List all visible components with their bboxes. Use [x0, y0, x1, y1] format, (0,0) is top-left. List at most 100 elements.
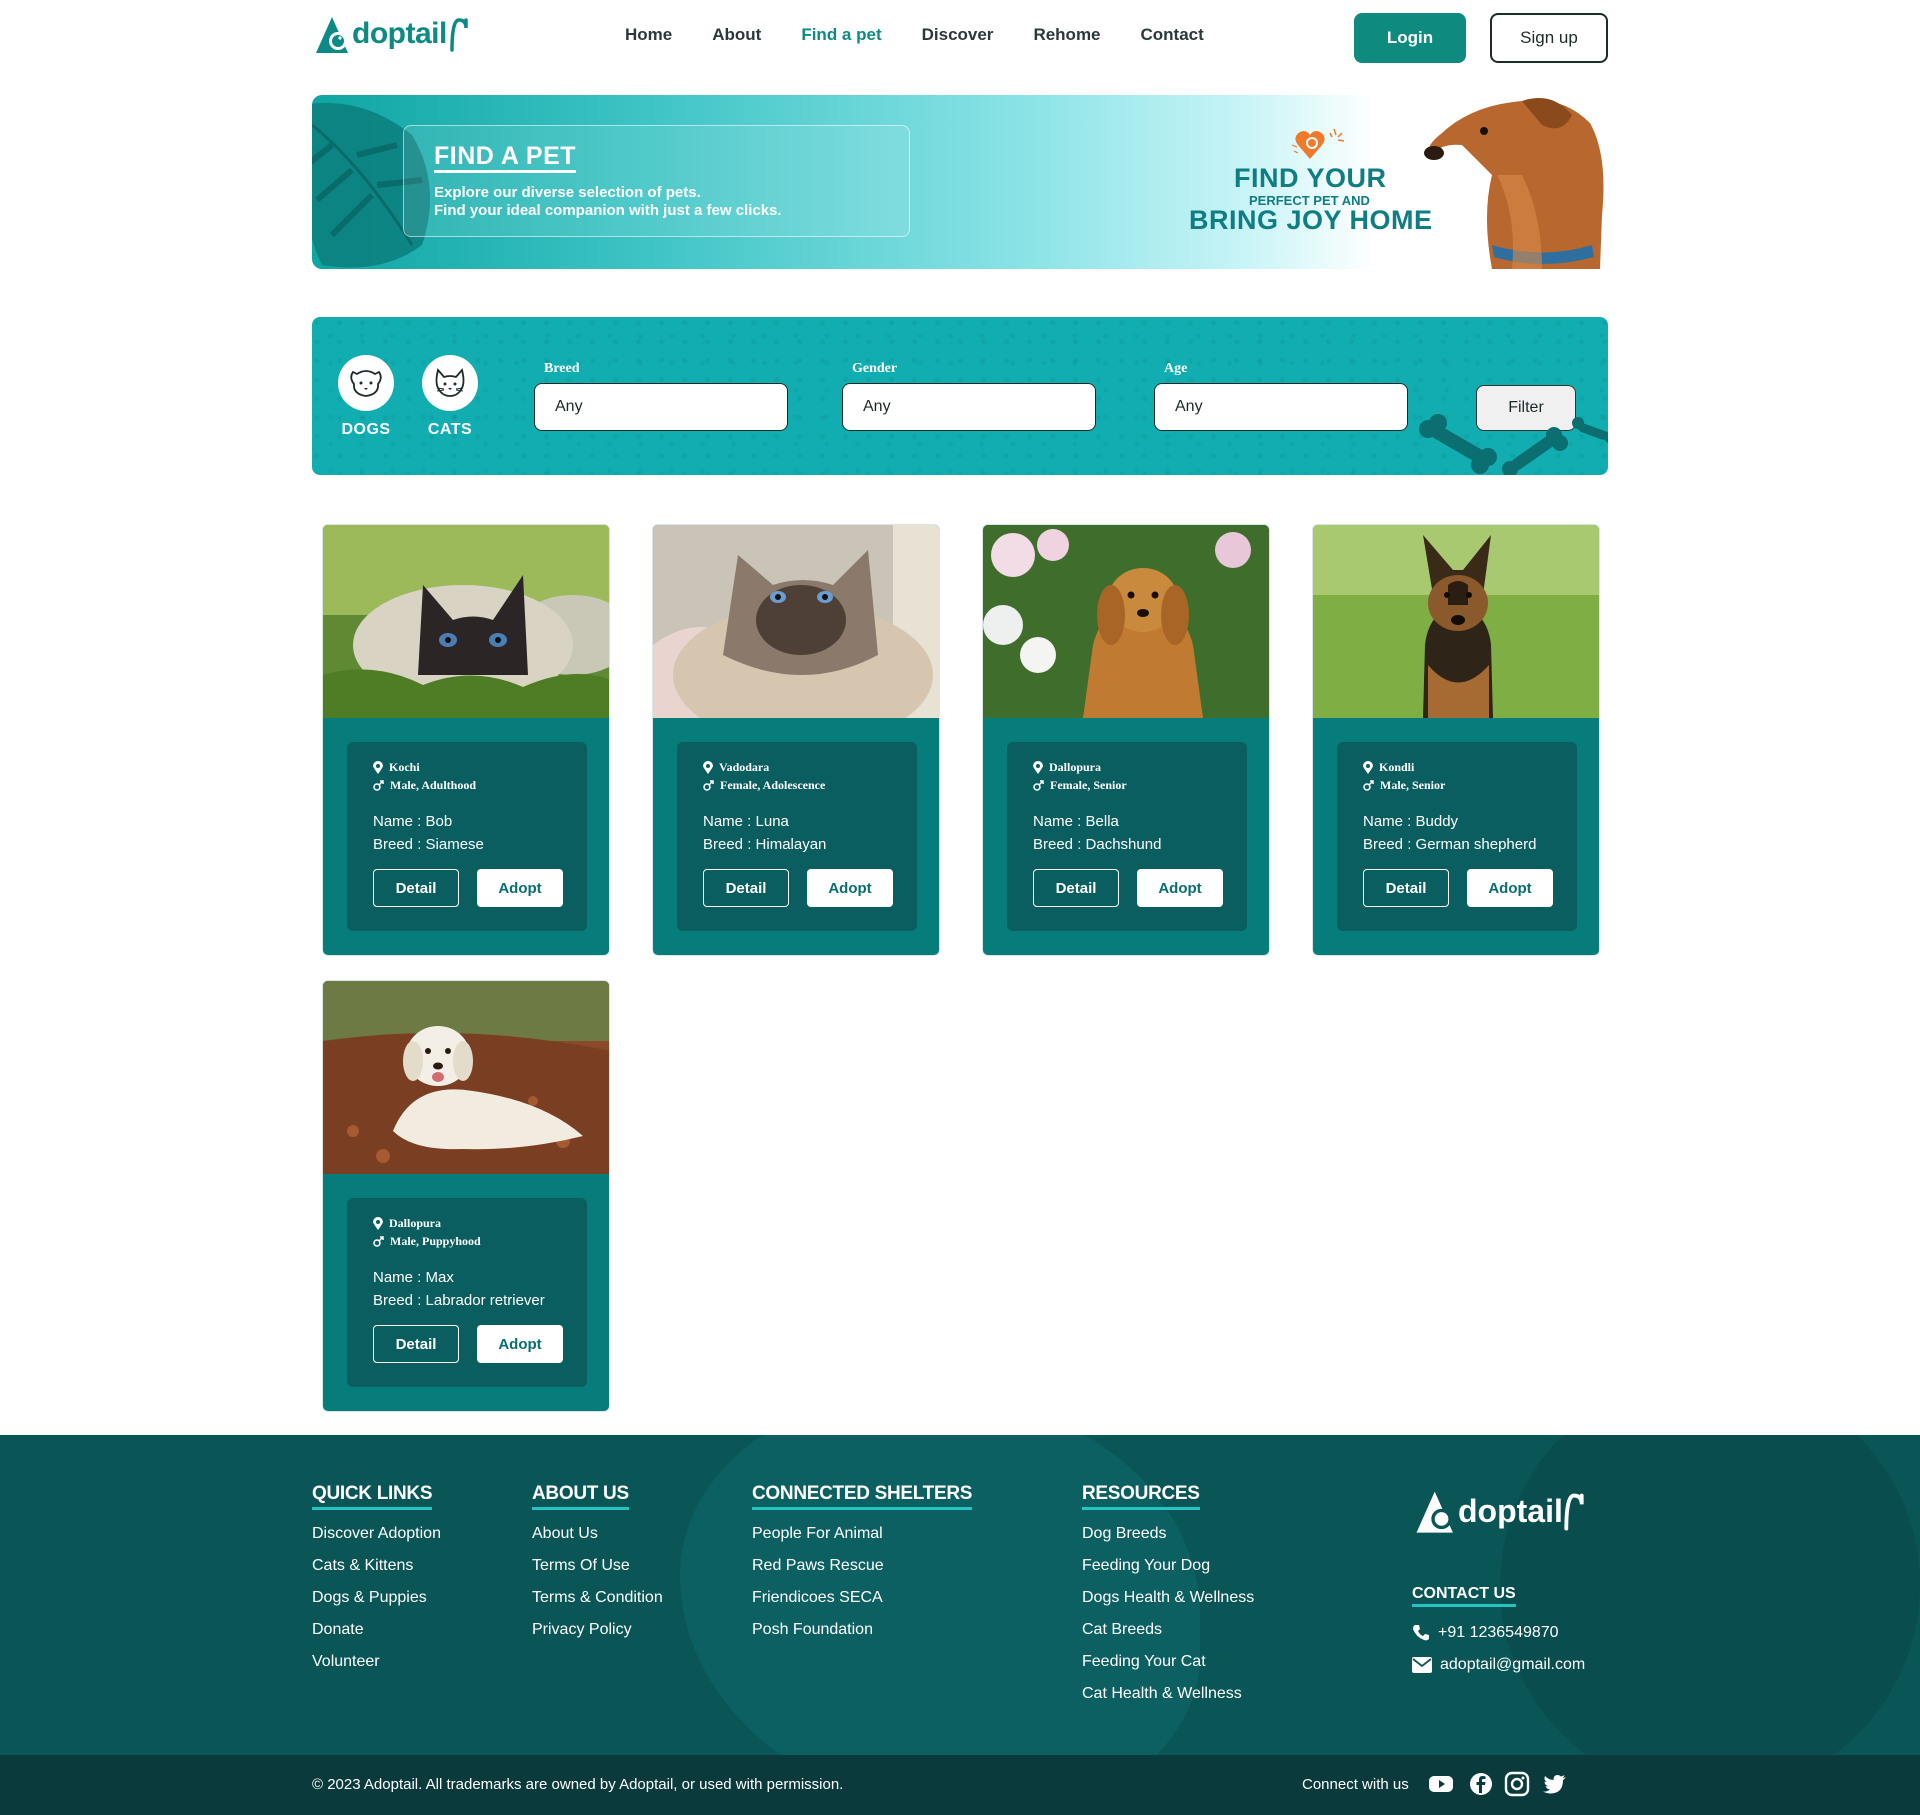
cat-face-icon	[422, 355, 478, 411]
banner-tagline-top: FIND YOUR	[1234, 163, 1387, 193]
dog-face-icon	[338, 355, 394, 411]
age-filter: Age Any	[1154, 361, 1408, 431]
site-footer: QUICK LINKS Discover Adoption Cats & Kit…	[0, 1435, 1920, 1755]
pet-breed: Breed : Siamese	[373, 836, 484, 853]
copyright-text: © 2023 Adoptail. All trademarks are owne…	[312, 1776, 844, 1793]
banner-description: Explore our diverse selection of pets. F…	[434, 184, 782, 220]
pet-meta: Kondli Male, Senior	[1363, 758, 1445, 794]
footer-link[interactable]: Volunteer	[312, 1646, 441, 1678]
pet-info: Name : Bob Breed : Siamese	[373, 810, 484, 856]
footer-email-address: adoptail@gmail.com	[1440, 1656, 1586, 1673]
footer-connected-shelters: CONNECTED SHELTERS People For Animal Red…	[752, 1483, 972, 1646]
footer-link[interactable]: Terms & Condition	[532, 1582, 663, 1614]
main-nav: Home About Find a pet Discover Rehome Co…	[625, 24, 1244, 46]
detail-button[interactable]: Detail	[1033, 869, 1119, 907]
pet-info-panel: Vadodara Female, Adolescence Name : Luna…	[677, 742, 917, 931]
gender-select[interactable]: Any	[842, 383, 1096, 431]
pet-type-cats[interactable]: CATS	[422, 355, 478, 439]
mail-icon	[1412, 1657, 1432, 1673]
pet-location: Kochi	[389, 760, 420, 774]
nav-rehome[interactable]: Rehome	[1033, 24, 1100, 46]
nav-home[interactable]: Home	[625, 24, 672, 46]
pet-card: Dallopura Male, Puppyhood Name : Max Bre…	[322, 980, 610, 1412]
pet-info: Name : Buddy Breed : German shepherd	[1363, 810, 1536, 856]
adopt-button[interactable]: Adopt	[1467, 869, 1553, 907]
footer-link[interactable]: Dogs Health & Wellness	[1082, 1582, 1254, 1614]
footer-link[interactable]: Dog Breeds	[1082, 1518, 1254, 1550]
pet-card: Vadodara Female, Adolescence Name : Luna…	[652, 524, 940, 956]
footer-link[interactable]: Terms Of Use	[532, 1550, 663, 1582]
footer-link[interactable]: People For Animal	[752, 1518, 972, 1550]
footer-logo[interactable]: doptail	[1412, 1483, 1608, 1539]
detail-button[interactable]: Detail	[1363, 869, 1449, 907]
footer-link[interactable]: Donate	[312, 1614, 441, 1646]
age-select[interactable]: Any	[1154, 383, 1408, 431]
facebook-icon[interactable]	[1468, 1771, 1494, 1797]
twitter-icon[interactable]	[1542, 1771, 1568, 1797]
pet-name: Name : Bob	[373, 813, 453, 830]
footer-about-us: ABOUT US About Us Terms Of Use Terms & C…	[532, 1483, 663, 1646]
gender-symbol-icon	[373, 779, 384, 791]
logo-tail-icon	[450, 18, 468, 52]
adopt-button[interactable]: Adopt	[477, 1325, 563, 1363]
nav-contact[interactable]: Contact	[1141, 24, 1204, 46]
footer-link[interactable]: Posh Foundation	[752, 1614, 972, 1646]
footer-link[interactable]: Feeding Your Cat	[1082, 1646, 1254, 1678]
pet-filter-bar: DOGS CATS Breed Any Gender Any Age Any F…	[312, 317, 1608, 475]
footer-link[interactable]: Cats & Kittens	[312, 1550, 441, 1582]
footer-link[interactable]: Dogs & Puppies	[312, 1582, 441, 1614]
pet-info: Name : Luna Breed : Himalayan	[703, 810, 826, 856]
footer-link[interactable]: Cat Health & Wellness	[1082, 1678, 1254, 1710]
signup-button[interactable]: Sign up	[1490, 13, 1608, 63]
pet-location: Vadodara	[719, 760, 770, 774]
youtube-icon[interactable]	[1428, 1771, 1454, 1797]
pet-name: Name : Max	[373, 1269, 454, 1286]
footer-link[interactable]: Feeding Your Dog	[1082, 1550, 1254, 1582]
breed-select[interactable]: Any	[534, 383, 788, 431]
pet-info: Name : Max Breed : Labrador retriever	[373, 1266, 545, 1312]
login-button[interactable]: Login	[1354, 13, 1466, 63]
location-pin-icon	[1033, 760, 1043, 774]
footer-contact: CONTACT US +91 1236549870 adoptail@gmail…	[1412, 1585, 1585, 1681]
footer-phone-number: +91 1236549870	[1438, 1624, 1559, 1641]
banner-line-1: Explore our diverse selection of pets.	[434, 184, 701, 201]
site-logo[interactable]: doptail	[312, 12, 477, 56]
pet-location: Dallopura	[1049, 760, 1102, 774]
adopt-button[interactable]: Adopt	[1137, 869, 1223, 907]
footer-link[interactable]: Privacy Policy	[532, 1614, 663, 1646]
footer-link[interactable]: Friendicoes SECA	[752, 1582, 972, 1614]
adopt-button[interactable]: Adopt	[477, 869, 563, 907]
nav-about[interactable]: About	[712, 24, 761, 46]
pet-type-cats-label: CATS	[427, 421, 473, 438]
pet-card: Kondli Male, Senior Name : Buddy Breed :…	[1312, 524, 1600, 956]
footer-link[interactable]: Red Paws Rescue	[752, 1550, 972, 1582]
bones-decoration	[1419, 414, 1608, 475]
logo-wordmark: doptail	[352, 17, 447, 50]
pet-name: Name : Buddy	[1363, 813, 1459, 830]
breed-label: Breed	[544, 361, 580, 376]
banner-line-2: Find your ideal companion with just a fe…	[434, 202, 782, 219]
footer-phone[interactable]: +91 1236549870	[1412, 1617, 1585, 1649]
gender-filter: Gender Any	[842, 361, 1096, 431]
banner-title: FIND A PET	[434, 142, 577, 173]
instagram-icon[interactable]	[1504, 1771, 1530, 1797]
footer-link[interactable]: Cat Breeds	[1082, 1614, 1254, 1646]
heart-pin-icon	[1291, 128, 1345, 159]
pet-info-panel: Kochi Male, Adulthood Name : Bob Breed :…	[347, 742, 587, 931]
pet-type-dogs[interactable]: DOGS	[338, 355, 394, 439]
footer-email[interactable]: adoptail@gmail.com	[1412, 1649, 1585, 1681]
detail-button[interactable]: Detail	[703, 869, 789, 907]
pet-type-dogs-label: DOGS	[341, 421, 391, 438]
adopt-button[interactable]: Adopt	[807, 869, 893, 907]
nav-discover[interactable]: Discover	[922, 24, 994, 46]
pet-meta: Kochi Male, Adulthood	[373, 758, 476, 794]
hero-banner: FIND A PET Explore our diverse selection…	[312, 95, 1608, 269]
pet-gender-age: Female, Senior	[1050, 778, 1127, 792]
footer-quick-links-title: QUICK LINKS	[312, 1483, 433, 1510]
detail-button[interactable]: Detail	[373, 1325, 459, 1363]
footer-link[interactable]: Discover Adoption	[312, 1518, 441, 1550]
detail-button[interactable]: Detail	[373, 869, 459, 907]
nav-find-a-pet[interactable]: Find a pet	[801, 24, 881, 46]
banner-tagline-bottom: BRING JOY HOME	[1189, 205, 1433, 235]
footer-link[interactable]: About Us	[532, 1518, 663, 1550]
